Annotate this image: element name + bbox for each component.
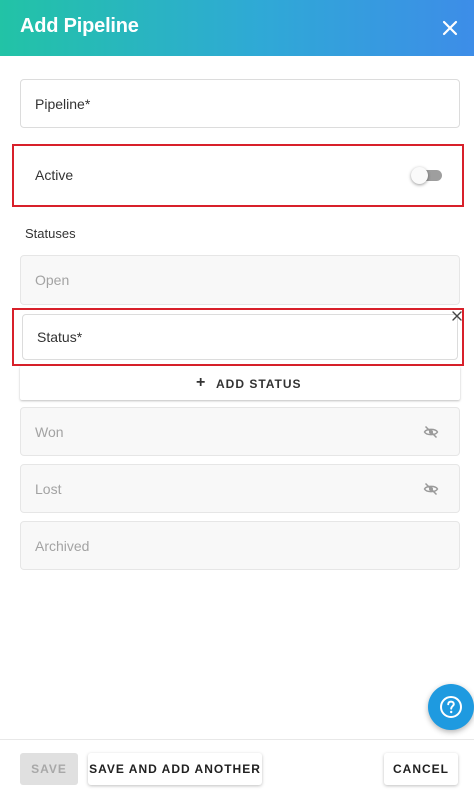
dialog-title: Add Pipeline bbox=[20, 15, 139, 37]
statuses-title: Statuses bbox=[25, 226, 76, 241]
cancel-button[interactable]: CANCEL bbox=[384, 753, 458, 785]
status-open-field: Open bbox=[20, 255, 460, 305]
footer-divider bbox=[0, 739, 474, 740]
status-archived-field: Archived bbox=[20, 521, 460, 570]
eye-off-icon[interactable] bbox=[423, 424, 439, 440]
add-status-label: ADD STATUS bbox=[216, 377, 302, 391]
status-open-label: Open bbox=[35, 272, 70, 288]
active-label: Active bbox=[35, 167, 74, 183]
pipeline-input[interactable]: Pipeline* bbox=[20, 79, 460, 128]
status-lost-label: Lost bbox=[35, 480, 62, 497]
toggle-thumb bbox=[411, 167, 428, 184]
add-status-button[interactable]: + ADD STATUS bbox=[20, 366, 460, 400]
status-won-label: Won bbox=[35, 423, 64, 440]
help-button[interactable] bbox=[428, 684, 474, 730]
status-archived-label: Archived bbox=[35, 537, 90, 554]
status-lost-field: Lost bbox=[20, 464, 460, 513]
save-and-add-another-button[interactable]: SAVE AND ADD ANOTHER bbox=[88, 753, 262, 785]
active-toggle-row: Active bbox=[20, 152, 456, 198]
close-icon[interactable] bbox=[438, 16, 462, 40]
eye-off-icon[interactable] bbox=[423, 481, 439, 497]
help-icon bbox=[440, 696, 462, 718]
pipeline-label: Pipeline* bbox=[35, 95, 91, 112]
active-toggle[interactable] bbox=[411, 167, 442, 184]
remove-icon[interactable] bbox=[451, 309, 463, 321]
new-status-input[interactable]: Status* bbox=[22, 314, 458, 360]
save-button[interactable]: SAVE bbox=[20, 753, 78, 785]
new-status-label: Status* bbox=[37, 329, 83, 345]
dialog-header: Add Pipeline bbox=[0, 0, 474, 56]
plus-icon: + bbox=[196, 374, 206, 391]
status-won-field: Won bbox=[20, 407, 460, 456]
